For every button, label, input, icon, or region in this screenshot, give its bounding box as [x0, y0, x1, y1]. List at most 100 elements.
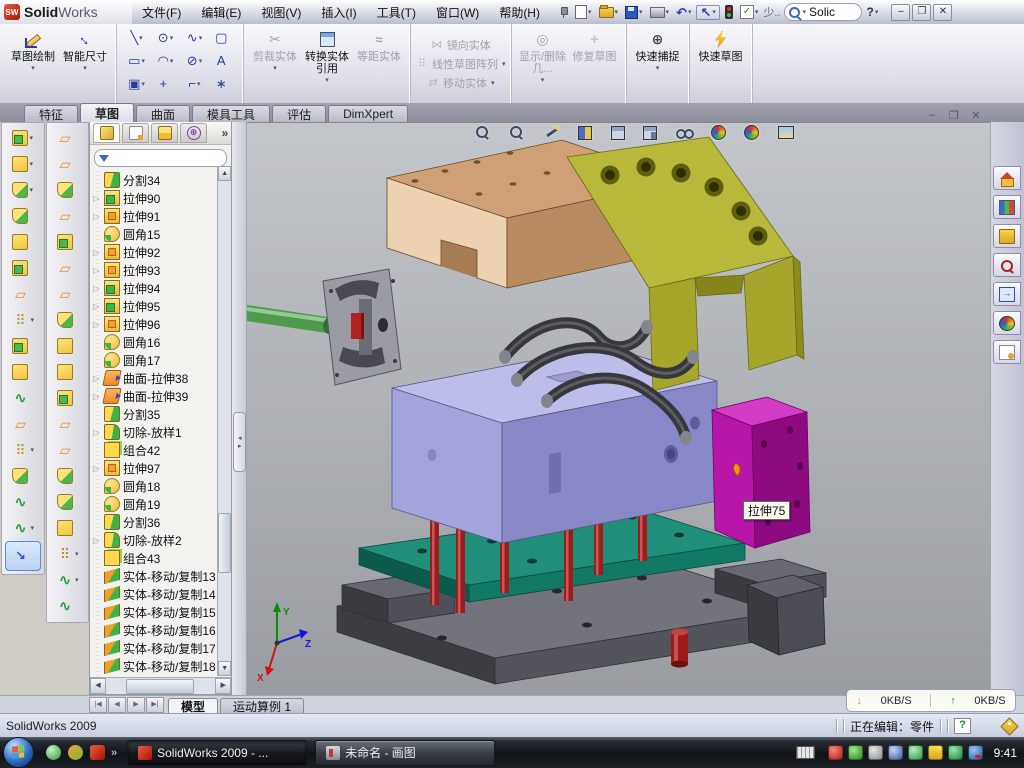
chamfer-button[interactable]: ▾ [3, 203, 43, 229]
tree-item[interactable]: ▷ 组合43 [92, 549, 231, 567]
wrap-button[interactable]: ▾ [3, 333, 43, 359]
tab-dimxpert-manager[interactable]: ⊕ [180, 123, 207, 143]
solidworks-ql-icon[interactable] [90, 745, 105, 760]
first-tab-button[interactable]: |◀ [89, 697, 107, 713]
tree-item[interactable]: ▷ 圆角15 [92, 225, 231, 243]
display-style-icon[interactable]: ▾ [643, 126, 663, 140]
shield-icon[interactable] [848, 745, 863, 760]
repair-sketch-button[interactable]: + 修复草图 [569, 26, 621, 102]
menu-item[interactable]: 文件(F) [132, 4, 191, 21]
tree-item[interactable]: ▷ 切除-放样2 [92, 531, 231, 549]
combine-button[interactable]: ▾ [3, 359, 43, 385]
tree-item[interactable]: ▷ 实体-移动/复制17 [92, 639, 231, 657]
radiate-surface-button[interactable]: ▾ [47, 203, 87, 229]
file-explorer-icon[interactable] [993, 224, 1021, 248]
close-button[interactable]: ✕ [933, 4, 952, 21]
split-button[interactable]: ▾ [3, 385, 43, 411]
quick-snaps-button[interactable]: ⊕ 快速捕捉▾ [632, 26, 684, 102]
search-box[interactable]: ▾ Solic [784, 3, 862, 21]
restore-button[interactable]: ❐ [912, 4, 931, 21]
line-tool[interactable]: ╲▾ [122, 31, 151, 45]
cert-badge-icon[interactable] [868, 745, 883, 760]
tree-item[interactable]: ▷ 拉伸90 [92, 189, 231, 207]
network-speed-widget[interactable]: ↓ 0KB/S ↑ 0KB/S [846, 689, 1016, 712]
parting-surface-button[interactable]: ▾ [47, 437, 87, 463]
keep-body-button[interactable]: ▾ [3, 463, 43, 489]
tooling-split-button[interactable]: ▾ [47, 463, 87, 489]
parting-line-button[interactable]: ▾ [47, 385, 87, 411]
document-tab[interactable]: 模型 [168, 698, 218, 714]
move-entities-button[interactable]: ⇄移动实体▾ [427, 75, 495, 91]
select-tool-button[interactable]: ↖▾ [696, 5, 719, 20]
extruded-cut-button[interactable]: ▾ [3, 151, 43, 177]
pin-menu-button[interactable] [556, 5, 570, 19]
tree-item[interactable]: ▷ 拉伸95 [92, 297, 231, 315]
convert-entities-button[interactable]: 转换实体引用▾ [301, 26, 353, 102]
expand-arrow-icon[interactable]: ▷ [92, 392, 101, 401]
undo-button[interactable]: ↶▾ [674, 5, 693, 20]
hide-show-items-icon[interactable]: ▾ [676, 125, 698, 140]
wireless-icon[interactable] [908, 745, 923, 760]
untrim-surface-button[interactable]: ▾ [47, 333, 87, 359]
document-tab[interactable]: 运动算例 1 [220, 698, 304, 714]
search-dropdown-icon[interactable]: ▾ [803, 8, 807, 16]
scroll-thumb[interactable] [218, 513, 231, 573]
zoom-area-icon[interactable]: ▾ [509, 125, 531, 140]
expand-arrow-icon[interactable]: ▷ [92, 464, 101, 473]
scroll-left-icon[interactable]: ◀ [90, 678, 106, 694]
design-library-icon[interactable] [993, 195, 1021, 219]
tree-item[interactable]: ▷ 实体-移动/复制15 [92, 603, 231, 621]
expand-arrow-icon[interactable]: ▷ [92, 536, 101, 545]
command-tab[interactable]: 特征 [24, 105, 78, 122]
task-button[interactable]: 未命名 - 画图 [315, 740, 495, 766]
freeform-button[interactable]: ▾ [47, 567, 87, 593]
expand-arrow-icon[interactable]: ▷ [92, 320, 101, 329]
curve-button[interactable]: ▾ [3, 489, 43, 515]
model-canvas[interactable]: Y Z X [247, 123, 990, 696]
thicken-button[interactable]: ▾ [47, 359, 87, 385]
tree-item[interactable]: ▷ 圆角19 [92, 495, 231, 513]
view-settings-icon[interactable]: ▾ [778, 126, 800, 139]
warning-icon[interactable] [928, 745, 943, 760]
delete-face-button[interactable]: ▾ [47, 541, 87, 567]
menu-item[interactable]: 视图(V) [251, 4, 311, 21]
rectangle-tool[interactable]: ▭▾ [122, 54, 151, 68]
scroll-up-icon[interactable]: ▲ [218, 166, 231, 181]
knit-surface-button[interactable]: ▾ [47, 229, 87, 255]
rapid-sketch-button[interactable]: 快速草图 [695, 26, 747, 102]
part-stop-block[interactable] [747, 575, 825, 655]
ruled-surface-button[interactable]: ▾ [47, 151, 87, 177]
extend-surface-button[interactable]: ▾ [47, 281, 87, 307]
quick-launch-overflow[interactable]: » [111, 747, 117, 759]
menu-item[interactable]: 工具(T) [367, 4, 426, 21]
splitter-grip[interactable]: ◂▸ [233, 412, 246, 472]
search-pane-icon[interactable] [993, 253, 1021, 277]
expand-arrow-icon[interactable]: ▷ [92, 428, 101, 437]
tree-item[interactable]: ▷ 曲面-拉伸39 [92, 387, 231, 405]
tab-feature-manager[interactable] [93, 123, 120, 143]
menu-item[interactable]: 编辑(E) [191, 4, 251, 21]
tree-item[interactable]: ▷ 圆角16 [92, 333, 231, 351]
toolbar-overflow[interactable]: 少.. [763, 4, 780, 20]
mirror-entities-button[interactable]: ⋈镜向实体 [431, 37, 491, 53]
tree-item[interactable]: ▷ 切除-放样1 [92, 423, 231, 441]
scroll-right-icon[interactable]: ▶ [215, 678, 231, 694]
draft-button[interactable]: ▾ [3, 255, 43, 281]
sketch-fillet-tool[interactable]: ⌐▾ [180, 77, 209, 91]
shut-off-surface-button[interactable]: ▾ [47, 411, 87, 437]
next-tab-button[interactable]: ▶ [127, 697, 145, 713]
tab-property-manager[interactable] [122, 123, 149, 143]
part-insert-block[interactable] [712, 397, 810, 548]
tree-item[interactable]: ▷ 拉伸92 [92, 243, 231, 261]
core-button[interactable]: ▾ [47, 489, 87, 515]
scale-button[interactable]: ▾ [47, 593, 87, 619]
quick-tips-button[interactable]: ? [954, 718, 971, 734]
circle-tool[interactable]: ⊙▾ [151, 31, 180, 45]
desktop-icon[interactable] [68, 745, 83, 760]
tree-item[interactable]: ▷ 拉伸94 [92, 279, 231, 297]
spline-tool[interactable]: ∿▾ [180, 31, 209, 45]
search-input[interactable]: Solic [809, 5, 835, 19]
filled-surface-button[interactable]: ▾ [47, 255, 87, 281]
menu-item[interactable]: 帮助(H) [489, 4, 550, 21]
magic-wand-icon[interactable]: ▾ [544, 125, 566, 140]
